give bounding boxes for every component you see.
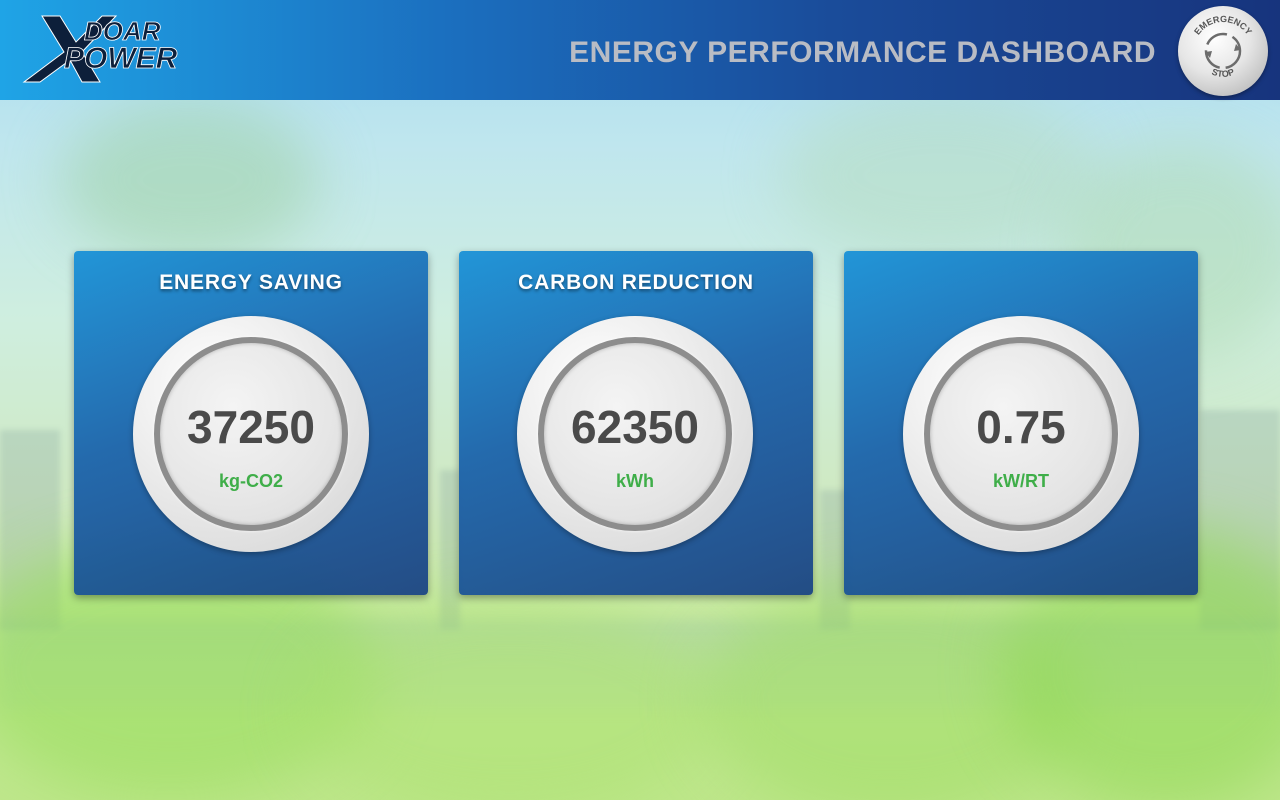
efficiency-card: 0.75 kW/RT	[844, 251, 1198, 595]
carbon-reduction-card: CARBON REDUCTION 62350 kWh	[459, 251, 813, 595]
page-title: ENERGY PERFORMANCE DASHBOARD	[569, 36, 1156, 69]
gauge-value: 0.75	[976, 401, 1066, 453]
energy-saving-gauge: 37250 kg-CO2	[133, 316, 369, 552]
svg-text:STOP: STOP	[1210, 67, 1235, 79]
header-bar: DOAR POWER ENERGY PERFORMANCE DASHBOARD …	[0, 0, 1280, 100]
emergency-stop-button[interactable]: EMERGENCY STOP	[1178, 6, 1268, 96]
stop-label: STOP	[1210, 67, 1235, 79]
gauge-value: 37250	[187, 401, 315, 453]
card-title: CARBON REDUCTION	[518, 271, 754, 294]
card-title	[844, 271, 1198, 293]
efficiency-gauge: 0.75 kW/RT	[903, 316, 1139, 552]
gauge-unit: kW/RT	[993, 471, 1049, 491]
gauge-unit: kWh	[616, 471, 654, 491]
svg-text:POWER: POWER	[64, 42, 178, 75]
emergency-stop-icon: EMERGENCY STOP	[1192, 14, 1254, 79]
energy-saving-card: ENERGY SAVING 37250 kg-CO2	[74, 251, 428, 595]
gauge-unit: kg-CO2	[218, 471, 283, 491]
brand-logo[interactable]: DOAR POWER	[20, 12, 190, 86]
gauge-value: 62350	[571, 401, 699, 453]
carbon-reduction-gauge: 62350 kWh	[517, 316, 753, 552]
card-title: ENERGY SAVING	[159, 271, 343, 294]
